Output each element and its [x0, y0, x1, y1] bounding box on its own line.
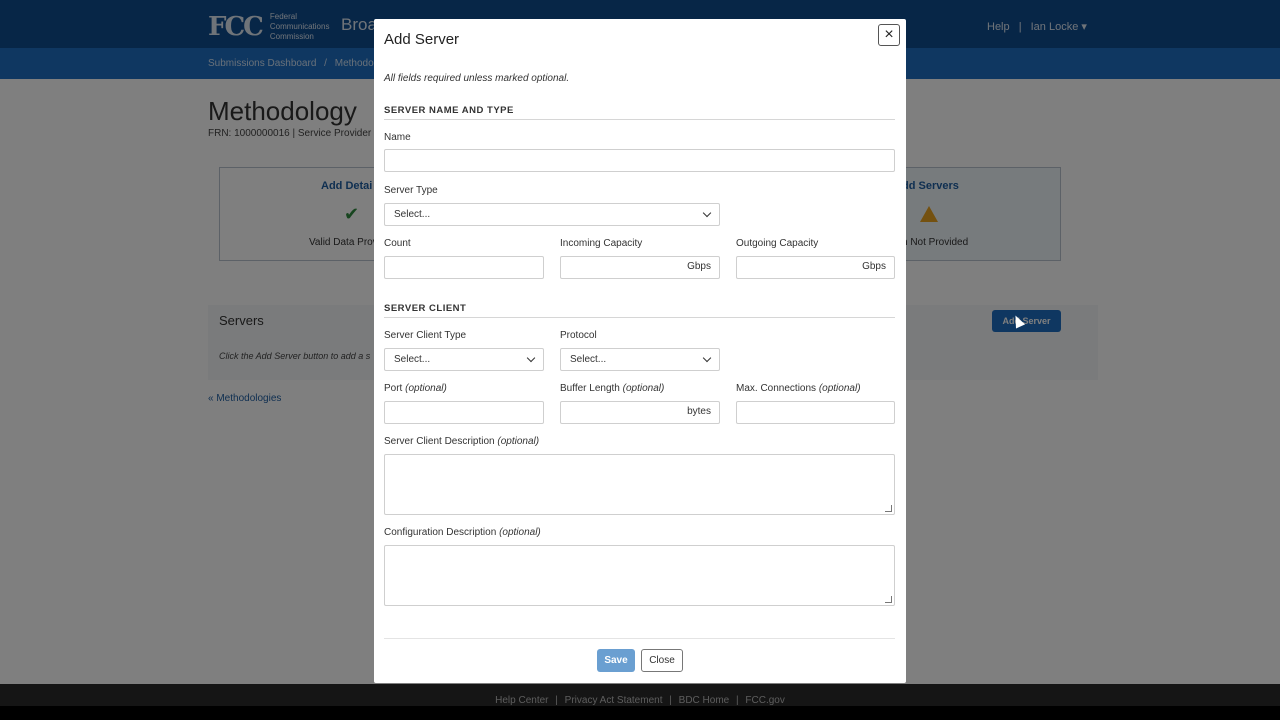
section-heading-name-type: SERVER NAME AND TYPE	[384, 105, 514, 116]
incoming-capacity-label: Incoming Capacity	[560, 238, 643, 249]
client-desc-label-text: Server Client Description	[384, 436, 495, 447]
optional-marker: (optional)	[818, 383, 861, 394]
config-description-label: Configuration Description (optional)	[384, 527, 541, 538]
buffer-label-text: Buffer Length	[560, 383, 620, 394]
modal-title: Add Server	[384, 31, 460, 48]
section-divider	[384, 317, 895, 318]
client-type-label: Server Client Type	[384, 330, 467, 341]
count-input[interactable]	[384, 256, 544, 279]
maxconn-label-text: Max. Connections	[736, 383, 817, 394]
screen-bottom-strip	[0, 706, 1280, 720]
port-input[interactable]	[384, 401, 544, 424]
port-label-text: Port	[384, 383, 403, 394]
max-connections-label: Max. Connections (optional)	[736, 383, 861, 394]
section-heading-server-client: SERVER CLIENT	[384, 303, 467, 314]
outgoing-capacity-input[interactable]: Gbps	[736, 256, 895, 279]
config-desc-label-text: Configuration Description	[384, 527, 497, 538]
optional-marker: (optional)	[622, 383, 665, 394]
count-label: Count	[384, 238, 411, 249]
outgoing-capacity-label: Outgoing Capacity	[736, 238, 819, 249]
optional-marker: (optional)	[497, 436, 540, 447]
chevron-down-icon	[702, 353, 712, 363]
protocol-value: Select...	[570, 354, 607, 365]
resize-handle-icon[interactable]	[885, 596, 892, 603]
buffer-length-input[interactable]: bytes	[560, 401, 720, 424]
section-divider	[384, 119, 895, 120]
incoming-capacity-input[interactable]: Gbps	[560, 256, 720, 279]
close-icon[interactable]: ×	[878, 24, 900, 46]
chevron-down-icon	[526, 353, 536, 363]
outgoing-unit: Gbps	[862, 261, 886, 272]
client-description-textarea[interactable]	[384, 454, 895, 515]
client-description-label: Server Client Description (optional)	[384, 436, 539, 447]
incoming-unit: Gbps	[687, 261, 711, 272]
required-note: All fields required unless marked option…	[384, 73, 570, 84]
optional-marker: (optional)	[499, 527, 541, 538]
optional-marker: (optional)	[405, 383, 447, 394]
resize-handle-icon[interactable]	[885, 505, 892, 512]
name-input[interactable]	[384, 149, 895, 172]
buffer-length-label: Buffer Length (optional)	[560, 383, 664, 394]
server-type-label: Server Type	[384, 185, 438, 196]
protocol-label: Protocol	[560, 330, 597, 341]
modal-footer-divider	[384, 638, 895, 639]
buffer-unit: bytes	[687, 406, 711, 417]
client-type-select[interactable]: Select...	[384, 348, 544, 371]
close-button[interactable]: Close	[641, 649, 683, 672]
add-server-modal: Add Server × All fields required unless …	[374, 19, 906, 683]
server-type-select[interactable]: Select...	[384, 203, 720, 226]
client-type-value: Select...	[394, 354, 431, 365]
save-button[interactable]: Save	[597, 649, 635, 672]
name-label: Name	[384, 132, 411, 143]
config-description-textarea[interactable]	[384, 545, 895, 606]
max-connections-input[interactable]	[736, 401, 895, 424]
server-type-value: Select...	[394, 209, 431, 220]
chevron-down-icon	[702, 208, 712, 218]
protocol-select[interactable]: Select...	[560, 348, 720, 371]
port-label: Port (optional)	[384, 383, 447, 394]
